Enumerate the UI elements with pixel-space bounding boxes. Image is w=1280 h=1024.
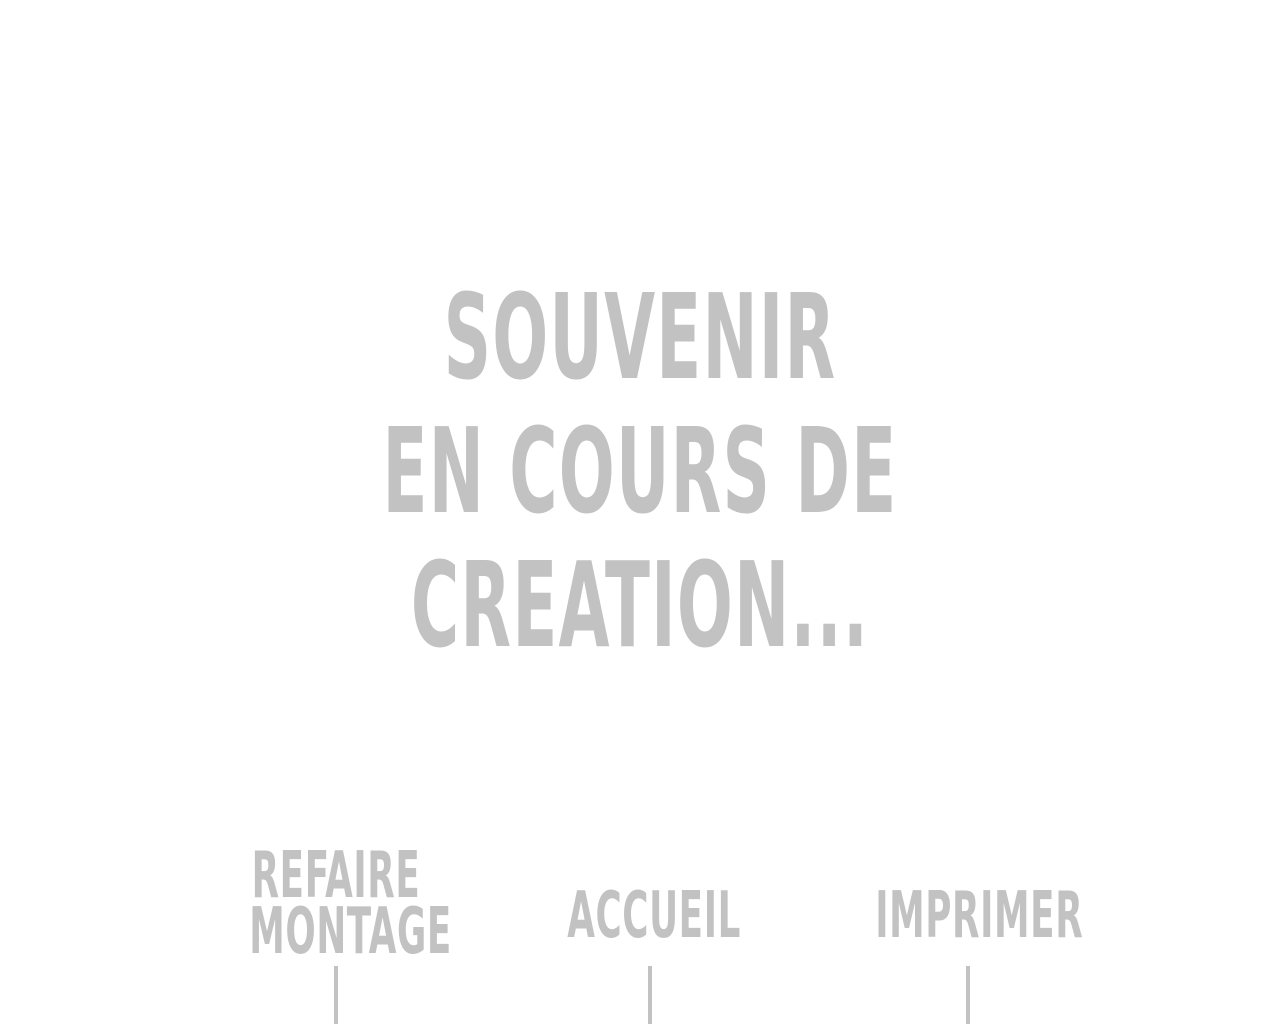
status-line-3: CREATION... [410,536,870,674]
home-label: ACCUEIL [567,879,741,953]
status-message: SOUVENIR EN COURS DE CREATION... [0,270,1280,672]
print-marker [966,966,970,1024]
status-line-2: EN COURS DE [382,402,898,540]
redo-montage-label-line-2: MONTAGE [249,895,452,969]
redo-montage-marker [334,966,338,1024]
redo-montage-label: REFAIRE MONTAGE [249,844,452,969]
print-button[interactable]: IMPRIMER [822,879,1102,958]
home-marker [648,966,652,1024]
status-line-1: SOUVENIR [443,268,837,406]
redo-montage-button[interactable]: REFAIRE MONTAGE [196,844,476,969]
home-button[interactable]: ACCUEIL [514,879,794,958]
print-label: IMPRIMER [875,879,1084,953]
